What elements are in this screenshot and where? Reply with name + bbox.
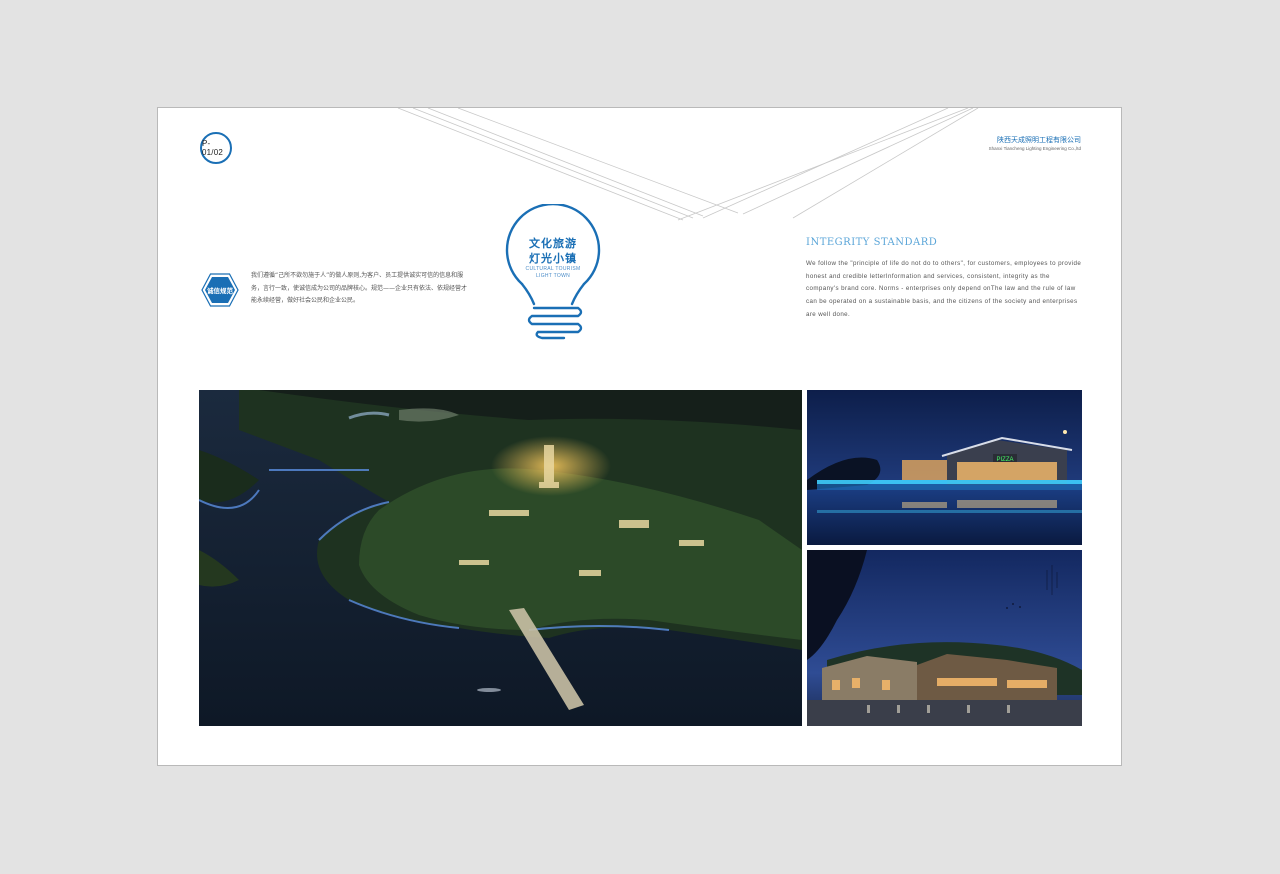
logo-title: 文化旅游 灯光小镇 CULTURAL TOURISM LIGHT TOWN [508, 236, 598, 280]
ancient-building-night-photo [807, 550, 1082, 726]
company-name-en: Shanxi Tiancheng Lighting Engineering Co… [988, 146, 1081, 151]
page-number-badge: P-01/02 [200, 132, 232, 164]
company-name-cn: 陕西天成照明工程有限公司 [997, 137, 1081, 144]
logo-title-line1: 文化旅游 [529, 237, 577, 250]
company-header: 陕西天成照明工程有限公司 Shanxi Tiancheng Lighting E… [989, 136, 1081, 152]
integrity-paragraph: We follow the "principle of life do not … [806, 260, 1082, 318]
pizza-sign: PIZZA [996, 457, 1013, 463]
logo-subtitle-line2: LIGHT TOWN [535, 273, 571, 279]
logo-title-line2: 灯光小镇 [529, 252, 577, 265]
chinese-paragraph: 我们遵循“己所不欲勿施于人”的做人原则,为客户、员工提供诚实可信的信息和服务，言… [251, 272, 468, 304]
logo-subtitle-line1: CULTURAL TOURISM [525, 266, 581, 272]
brochure-page: P-01/02 陕西天成照明工程有限公司 Shanxi Tiancheng Li… [157, 107, 1122, 766]
integrity-title: INTEGRITY STANDARD [806, 237, 938, 248]
integrity-badge-label: 诚信规范 [207, 287, 233, 295]
aerial-night-lake-town-photo [199, 390, 802, 726]
lakeside-restaurant-night-photo: PIZZA [807, 390, 1082, 545]
